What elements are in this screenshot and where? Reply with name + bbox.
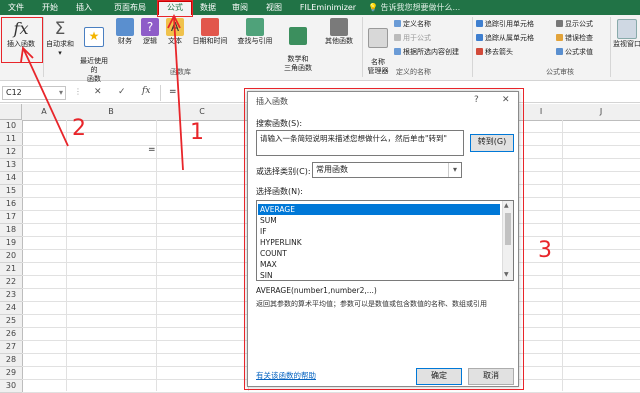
arrow-2: [23, 49, 69, 147]
annotation-number-2: 2: [72, 116, 86, 141]
annotation-number-3: 3: [538, 238, 552, 263]
annotation-arrows: [20, 13, 184, 171]
arrow-1: [173, 17, 184, 171]
annotation-number-1: 1: [190, 120, 204, 145]
